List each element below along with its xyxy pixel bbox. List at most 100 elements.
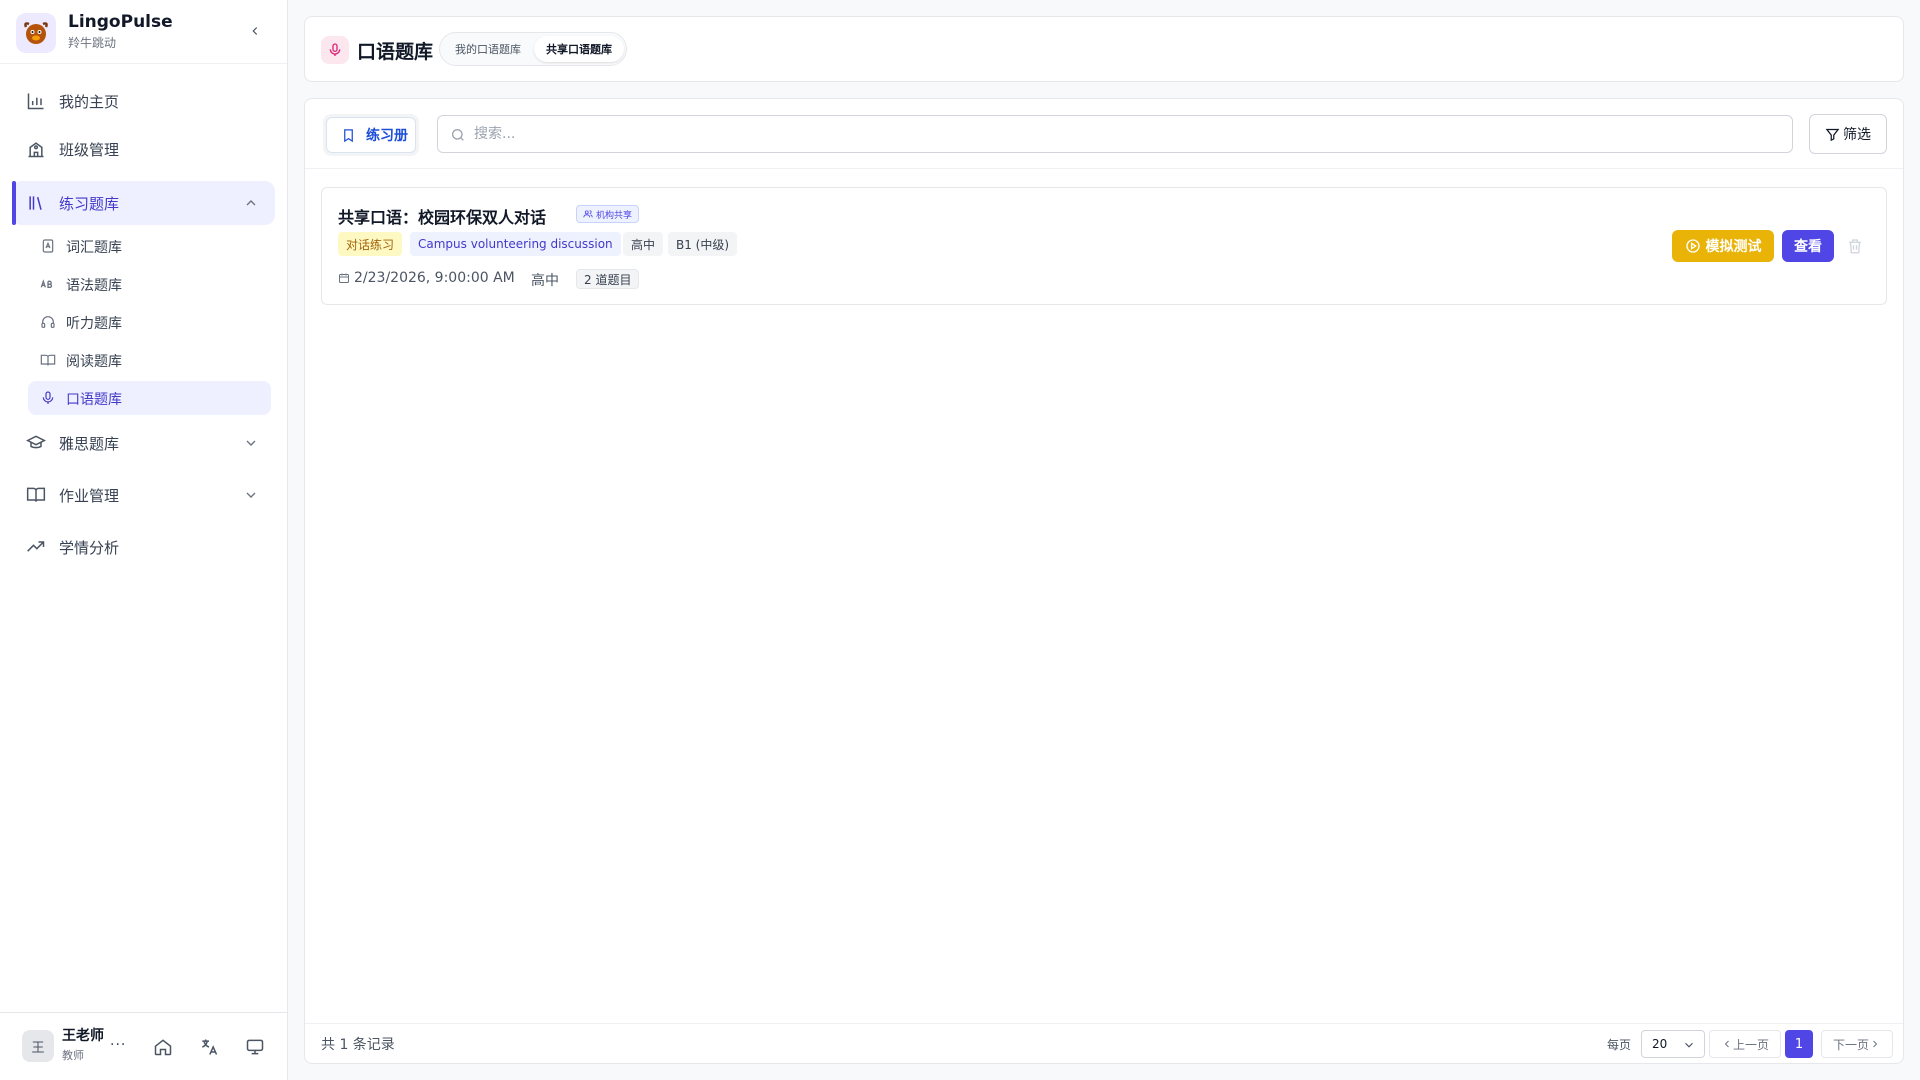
brand-name: LingoPulse <box>68 12 173 32</box>
sidebar-item-classes[interactable]: 班级管理 <box>12 127 275 171</box>
total-records: 共 1 条记录 <box>321 1037 395 1053</box>
calendar-icon <box>339 273 349 283</box>
vocab-icon <box>42 239 54 253</box>
tab-shared-speaking-bank[interactable]: 共享口语题库 <box>534 36 624 62</box>
search-input[interactable] <box>474 122 1774 146</box>
prev-page-label: 上一页 <box>1732 1037 1769 1052</box>
avatar[interactable]: 王 <box>22 1030 54 1062</box>
tab-workbook-inner: 练习册 <box>326 117 416 153</box>
page-title: 口语题库 <box>357 41 434 63</box>
home-icon[interactable] <box>153 1037 173 1057</box>
shared-badge-label: 机构共享 <box>596 210 633 221</box>
page-header: 口语题库 我的口语题库 共享口语题库 <box>304 16 1904 82</box>
collapse-sidebar-button[interactable] <box>244 20 266 42</box>
library-icon <box>29 196 42 210</box>
brand: LingoPulse 羚牛跳动 <box>0 0 287 64</box>
sidebar-item-home[interactable]: 我的主页 <box>12 79 275 123</box>
sidebar-item-label: 学情分析 <box>59 538 120 557</box>
chevron-left-icon <box>1724 1040 1729 1048</box>
mock-test-button[interactable]: 模拟测试 <box>1672 230 1774 262</box>
book-icon <box>26 487 46 502</box>
graduation-cap-icon <box>26 435 46 449</box>
sidebar-item-label: 我的主页 <box>59 92 120 111</box>
sidebar-item-label: 练习题库 <box>59 194 120 213</box>
logo-icon <box>16 13 56 53</box>
current-page[interactable]: 1 <box>1785 1030 1813 1058</box>
play-circle-icon <box>1685 239 1700 253</box>
tag-type: 对话练习 <box>338 232 403 256</box>
sidebar-subitem-reading[interactable]: 阅读题库 <box>28 343 271 377</box>
view-button[interactable]: 查看 <box>1782 230 1834 262</box>
search-icon <box>452 129 464 141</box>
sidebar: LingoPulse 羚牛跳动 我的主页 班级管理 练习题库 词汇题库 语法题库… <box>0 0 288 1080</box>
tab-workbook[interactable]: 练习册 <box>323 114 419 156</box>
per-page-select[interactable]: 20 <box>1641 1030 1705 1058</box>
chevron-left-icon <box>252 27 258 35</box>
chevron-down-icon <box>246 440 256 446</box>
trash-icon[interactable] <box>1846 237 1864 255</box>
headphones-icon <box>41 316 55 328</box>
school-icon <box>28 142 44 158</box>
chevron-down-icon <box>246 492 256 498</box>
card-date-text: 2/23/2026, 9:00:00 AM <box>354 270 515 286</box>
sidebar-subitem-speaking[interactable]: 口语题库 <box>28 381 271 415</box>
tag-grade: 高中 <box>623 232 664 256</box>
mock-test-label: 模拟测试 <box>1705 239 1762 255</box>
tab-workbook-label: 练习册 <box>366 128 408 144</box>
sidebar-subitem-label: 听力题库 <box>66 316 122 332</box>
toolbar: 练习册 筛选 <box>305 99 1903 169</box>
active-indicator <box>12 181 16 225</box>
card-grade: 高中 <box>531 273 559 289</box>
search-box <box>437 115 1793 153</box>
brand-subtitle: 羚牛跳动 <box>68 36 117 50</box>
filter-button[interactable]: 筛选 <box>1809 114 1887 154</box>
tag-topic: Campus volunteering discussion <box>410 232 621 256</box>
question-count: 2 道题目 <box>576 269 640 289</box>
translate-icon[interactable] <box>199 1037 219 1057</box>
sidebar-item-analytics[interactable]: 学情分析 <box>12 525 275 569</box>
bank-scope-toggle: 我的口语题库 共享口语题库 <box>439 32 627 66</box>
filter-icon <box>1825 128 1840 141</box>
bar-chart-icon <box>27 93 44 110</box>
mic-icon <box>321 36 349 64</box>
card-date: 2/23/2026, 9:00:00 AM <box>338 270 515 286</box>
filter-label: 筛选 <box>1843 127 1871 143</box>
sidebar-item-homework[interactable]: 作业管理 <box>12 473 275 517</box>
prev-page-button[interactable]: 上一页 <box>1709 1030 1781 1058</box>
sidebar-subitem-grammar[interactable]: 语法题库 <box>28 267 271 301</box>
user-more-button[interactable]: ··· <box>110 1037 126 1053</box>
sidebar-item-label: 班级管理 <box>59 140 120 159</box>
user-name: 王老师 <box>62 1028 104 1044</box>
users-icon <box>583 210 593 218</box>
sidebar-subitem-label: 词汇题库 <box>66 240 122 256</box>
tab-my-speaking-bank[interactable]: 我的口语题库 <box>443 36 533 62</box>
bookmark-icon <box>344 128 353 142</box>
sidebar-subitem-listening[interactable]: 听力题库 <box>28 305 271 339</box>
sidebar-item-label: 作业管理 <box>59 486 120 505</box>
book-open-icon <box>40 354 56 366</box>
sidebar-subitem-label: 语法题库 <box>66 278 122 294</box>
user-bar: 王 王老师 教师 ··· <box>0 1012 287 1080</box>
next-page-label: 下一页 <box>1832 1037 1869 1052</box>
sidebar-subitem-vocabulary[interactable]: 词汇题库 <box>28 229 271 263</box>
mic-icon <box>42 391 54 404</box>
main-panel: 练习册 筛选 共享口语：校园环保双人对话 机构共享 对话练习 Campus vo… <box>304 98 1904 1064</box>
sidebar-item-practice-bank[interactable]: 练习题库 <box>12 181 275 225</box>
shared-badge: 机构共享 <box>576 205 640 223</box>
next-page-button[interactable]: 下一页 <box>1821 1030 1893 1058</box>
chevron-right-icon <box>1873 1040 1878 1048</box>
sidebar-item-label: 雅思题库 <box>59 434 120 453</box>
trending-up-icon <box>27 541 45 552</box>
per-page-value: 20 <box>1652 1037 1668 1051</box>
list-item[interactable]: 共享口语：校园环保双人对话 机构共享 对话练习 Campus volunteer… <box>321 187 1887 305</box>
chevron-down-icon <box>1685 1042 1693 1048</box>
sidebar-item-ielts[interactable]: 雅思题库 <box>12 421 275 465</box>
sidebar-subitem-label: 阅读题库 <box>66 354 122 370</box>
user-role: 教师 <box>62 1049 84 1062</box>
pagination-bar: 共 1 条记录 每页 20 上一页 1 下一页 <box>305 1023 1903 1063</box>
per-page-label: 每页 <box>1607 1038 1632 1052</box>
monitor-icon[interactable] <box>245 1037 265 1057</box>
ab-icon <box>40 279 53 288</box>
card-title[interactable]: 共享口语：校园环保双人对话 <box>338 204 546 228</box>
sidebar-subitem-label: 口语题库 <box>66 392 122 408</box>
